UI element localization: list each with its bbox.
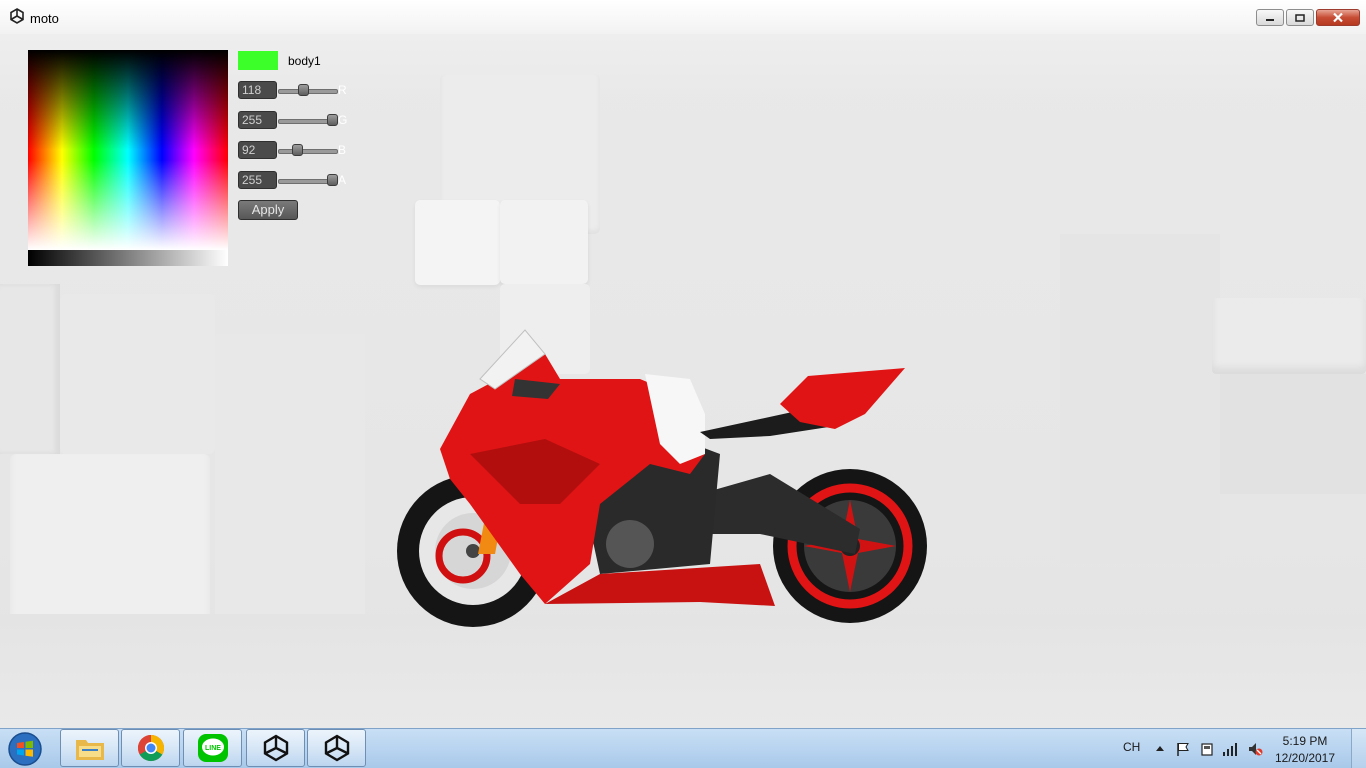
color-spectrum-picker[interactable] (28, 50, 228, 250)
show-desktop-button[interactable] (1351, 729, 1366, 768)
scene-viewport[interactable]: body1 118 R 255 G 92 B 255 A Apply (0, 34, 1366, 728)
line-icon: LINE (197, 734, 228, 762)
start-button[interactable] (4, 730, 46, 768)
restore-button[interactable] (1286, 9, 1314, 26)
channel-b-slider[interactable] (278, 149, 338, 154)
channel-r-slider-thumb[interactable] (298, 84, 309, 96)
clock-date[interactable]: 12/20/2017 (1270, 751, 1340, 765)
close-icon (1333, 12, 1343, 23)
taskbar-unity-1[interactable] (246, 729, 305, 767)
windows-start-icon (8, 732, 42, 766)
minimize-button[interactable] (1256, 9, 1284, 26)
taskbar: LINE CH 5:19 PM 12/20/2017 (0, 728, 1366, 768)
channel-a-label: A (338, 173, 347, 187)
part-name-label: body1 (288, 54, 321, 68)
color-swatch (238, 51, 278, 70)
taskbar-chrome[interactable] (121, 729, 180, 767)
taskbar-line[interactable]: LINE (183, 729, 242, 767)
channel-g-slider-thumb[interactable] (327, 114, 338, 126)
show-hidden-icons-icon[interactable] (1152, 741, 1168, 757)
restore-icon (1295, 13, 1305, 22)
channel-a-slider-thumb[interactable] (327, 174, 338, 186)
taskbar-unity-2[interactable] (307, 729, 366, 767)
device-icon[interactable] (1199, 741, 1215, 757)
engine-cover (606, 520, 654, 568)
channel-b-value[interactable]: 92 (238, 141, 277, 159)
channel-g-row: 255 G (238, 111, 358, 129)
action-center-flag-icon[interactable] (1175, 741, 1191, 757)
window-title: moto (30, 11, 59, 26)
channel-r-value[interactable]: 118 (238, 81, 277, 99)
file-explorer-icon (75, 740, 104, 760)
tail-section (780, 368, 905, 429)
unity-icon (324, 734, 349, 762)
input-language[interactable]: CH (1123, 740, 1140, 754)
grayscale-strip[interactable] (28, 250, 228, 266)
unity-icon (10, 8, 24, 24)
network-signal-icon[interactable] (1222, 741, 1238, 757)
line-icon-text: LINE (205, 745, 221, 752)
channel-b-label: B (338, 143, 347, 157)
taskbar-file-explorer[interactable] (60, 729, 119, 767)
channel-b-row: 92 B (238, 141, 358, 159)
title-bar: moto (0, 0, 1366, 34)
unity-icon (263, 734, 288, 762)
channel-g-value[interactable]: 255 (238, 111, 277, 129)
channel-a-value[interactable]: 255 (238, 171, 277, 189)
apply-button[interactable]: Apply (238, 200, 298, 220)
clock-time[interactable]: 5:19 PM (1270, 734, 1340, 748)
channel-b-slider-thumb[interactable] (292, 144, 304, 156)
channel-r-row: 118 R (238, 81, 358, 99)
chrome-icon (137, 734, 164, 762)
volume-muted-icon[interactable] (1247, 741, 1263, 757)
channel-r-label: R (338, 83, 347, 97)
channel-a-row: 255 A (238, 171, 358, 189)
channel-g-label: G (338, 113, 348, 127)
minimize-icon (1266, 18, 1274, 21)
close-button[interactable] (1316, 9, 1360, 26)
